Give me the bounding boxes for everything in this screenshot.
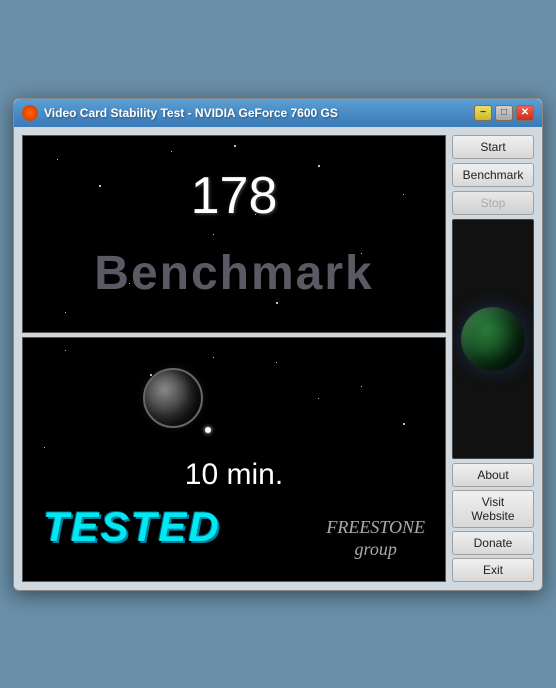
moon-object [143,368,203,428]
star [318,165,320,167]
canvas-area: 178 Benchmark 10 [22,135,446,582]
close-button[interactable]: ✕ [516,105,534,121]
moon-sphere [143,368,203,428]
star [44,447,45,448]
title-bar: Video Card Stability Test - NVIDIA GeFor… [14,99,542,127]
benchmark-watermark: Benchmark [94,246,373,301]
freestone-branding: FREESTONE group [326,517,425,560]
time-counter: 10 min. [185,458,283,492]
window-controls: − □ ✕ [474,105,534,121]
star [318,398,319,399]
star [403,423,405,425]
earth-globe [461,307,525,371]
about-button[interactable]: About [452,463,534,487]
star [99,185,101,187]
star [276,302,278,304]
star [276,362,277,363]
star [403,194,404,195]
minimize-button[interactable]: − [474,105,492,121]
visit-website-button[interactable]: Visit Website [452,490,534,528]
star [234,145,236,147]
earth-display [452,219,534,459]
star [213,234,214,235]
moon-dot [205,427,211,433]
bottom-canvas: 10 min. TESTED FREESTONE group [22,337,446,582]
benchmark-button[interactable]: Benchmark [452,163,534,187]
star [171,151,172,152]
star [213,357,214,358]
app-icon [22,105,38,121]
star [65,312,66,313]
top-canvas: 178 Benchmark [22,135,446,333]
start-button[interactable]: Start [452,135,534,159]
tested-label: TESTED [43,503,221,551]
main-window: Video Card Stability Test - NVIDIA GeFor… [13,98,543,591]
donate-button[interactable]: Donate [452,531,534,555]
exit-button[interactable]: Exit [452,558,534,582]
sidebar: Start Benchmark Stop About Visit Website… [452,135,534,582]
freestone-line2: group [326,539,425,561]
title-bar-left: Video Card Stability Test - NVIDIA GeFor… [22,105,338,121]
window-title: Video Card Stability Test - NVIDIA GeFor… [44,106,338,120]
frame-counter: 178 [191,166,278,226]
maximize-button[interactable]: □ [495,105,513,121]
main-content: 178 Benchmark 10 [14,127,542,590]
freestone-line1: FREESTONE [326,517,425,539]
bottom-buttons: About Visit Website Donate Exit [452,463,534,582]
star [57,159,58,160]
star [361,386,362,387]
stop-button[interactable]: Stop [452,191,534,215]
star [65,350,66,351]
